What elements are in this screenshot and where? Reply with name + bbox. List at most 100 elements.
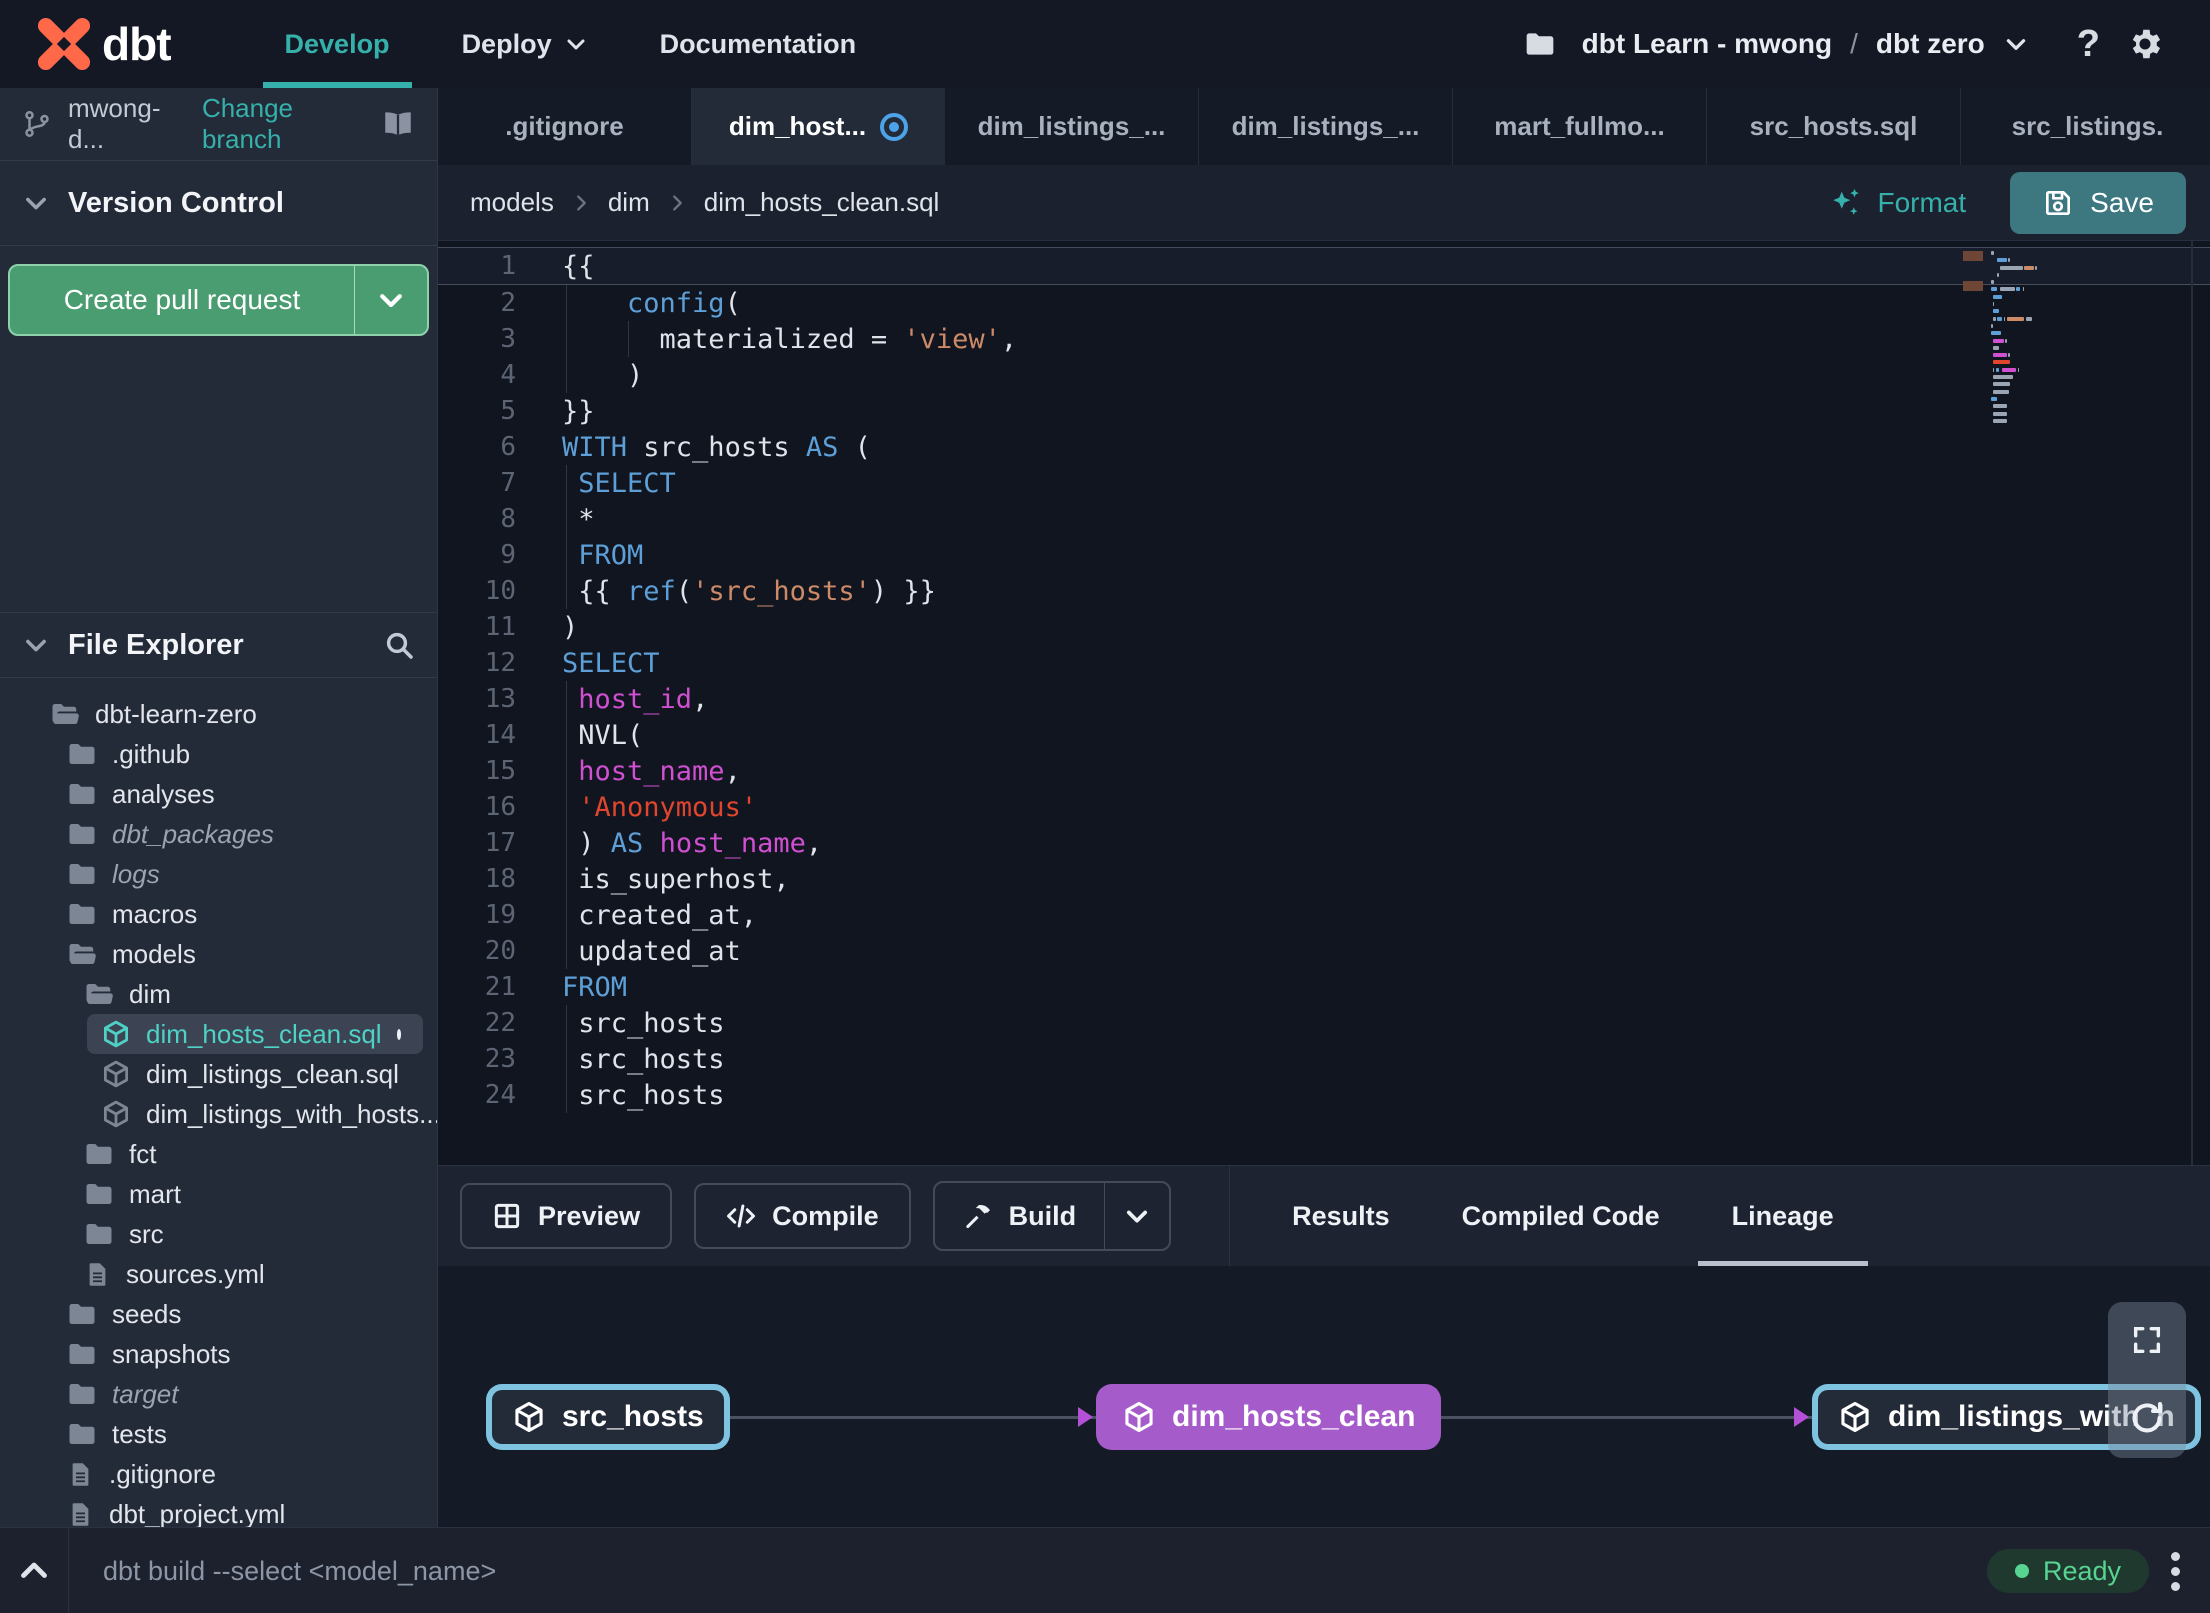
editor-tab-dim-listings-[interactable]: dim_listings_...: [1199, 88, 1453, 165]
compile-button[interactable]: Compile: [694, 1183, 911, 1249]
file-tree-item-models[interactable]: models: [0, 934, 437, 974]
docs-book-icon[interactable]: [381, 107, 415, 141]
change-branch-link[interactable]: Change branch: [202, 93, 365, 155]
lineage-graph[interactable]: src_hosts dim_hosts_clean dim_listings_wit…: [438, 1266, 2210, 1527]
code-token: ,: [692, 683, 709, 715]
file-tree-item-dbt-learn-zero[interactable]: dbt-learn-zero: [0, 694, 437, 734]
file-tree-item-macros[interactable]: macros: [0, 894, 437, 934]
code-line-12[interactable]: 12 SELECT: [438, 645, 2210, 681]
breadcrumb-item[interactable]: models: [470, 187, 554, 218]
breadcrumb-item[interactable]: dim_hosts_clean.sql: [704, 187, 940, 218]
lineage-node-src_hosts[interactable]: src_hosts: [486, 1384, 730, 1450]
file-tree-item-dim[interactable]: dim: [0, 974, 437, 1014]
lineage-node-dim_hosts_clean[interactable]: dim_hosts_clean: [1096, 1384, 1442, 1450]
code-line-16[interactable]: 16 'Anonymous': [438, 789, 2210, 825]
code-line-24[interactable]: 24 src_hosts: [438, 1077, 2210, 1113]
fullscreen-icon[interactable]: [2130, 1323, 2164, 1357]
save-button[interactable]: Save: [2010, 171, 2186, 234]
code-line-5[interactable]: 5}}: [438, 393, 2210, 429]
help-icon[interactable]: ?: [2077, 23, 2100, 66]
editor-tab-mart-fullmo-[interactable]: mart_fullmo...: [1453, 88, 1707, 165]
create-pull-request-button[interactable]: Create pull request: [8, 264, 429, 336]
account-name: dbt Learn - mwong: [1581, 28, 1833, 59]
code-line-13[interactable]: 13 host_id,: [438, 681, 2210, 717]
version-control-header[interactable]: Version Control: [0, 161, 437, 246]
code-token: SELECT: [578, 467, 676, 499]
nav-item-develop[interactable]: Develop: [249, 0, 426, 88]
panel-tab-lineage[interactable]: Lineage: [1696, 1166, 1870, 1266]
file-tree-item-snapshots[interactable]: snapshots: [0, 1334, 437, 1374]
dbt-logo[interactable]: dbt: [36, 16, 172, 72]
editor-tab-src-hosts-sql[interactable]: src_hosts.sql: [1707, 88, 1961, 165]
file-tree-item-dbt-project-yml[interactable]: dbt_project.yml: [0, 1494, 437, 1527]
code-line-1[interactable]: 1 {{: [438, 247, 2210, 285]
command-input[interactable]: dbt build --select <model_name>: [103, 1556, 496, 1587]
code-line-21[interactable]: 21 FROM: [438, 969, 2210, 1005]
create-pull-request-label[interactable]: Create pull request: [10, 266, 354, 334]
code-line-20[interactable]: 20 updated_at: [438, 933, 2210, 969]
file-tree-item-dim-hosts-clean-sql[interactable]: dim_hosts_clean.sql: [87, 1014, 423, 1054]
code-line-10[interactable]: 10 {{ ref('src_hosts') }}: [438, 573, 2210, 609]
code-line-7[interactable]: 7 SELECT: [438, 465, 2210, 501]
code-line-17[interactable]: 17 ) AS host_name,: [438, 825, 2210, 861]
file-tree-item--github[interactable]: .github: [0, 734, 437, 774]
file-tree-item-dim-listings-with-hosts-[interactable]: dim_listings_with_hosts...: [0, 1094, 437, 1134]
expand-panel-button[interactable]: [0, 1553, 68, 1589]
pr-dropdown-button[interactable]: [355, 266, 427, 334]
editor-tab-src-listings-[interactable]: src_listings.: [1961, 88, 2210, 165]
project-breadcrumb[interactable]: dbt Learn - mwong / dbt zero: [1582, 28, 2029, 60]
file-tree-item-analyses[interactable]: analyses: [0, 774, 437, 814]
preview-button[interactable]: Preview: [460, 1183, 673, 1249]
file-tree-item-seeds[interactable]: seeds: [0, 1294, 437, 1334]
code-line-4[interactable]: 4 ): [438, 357, 2210, 393]
build-dropdown-button[interactable]: [1105, 1183, 1169, 1249]
code-line-18[interactable]: 18 is_superhost,: [438, 861, 2210, 897]
code-token: ,: [724, 755, 741, 787]
code-line-11[interactable]: 11): [438, 609, 2210, 645]
line-content: ): [516, 609, 2210, 645]
breadcrumb-item[interactable]: dim: [608, 187, 650, 218]
code-token: 'view': [903, 323, 1001, 355]
gear-icon[interactable]: [2126, 25, 2164, 63]
divider: [68, 1528, 69, 1613]
code-line-22[interactable]: 22 src_hosts: [438, 1005, 2210, 1041]
file-tree-item-dim-listings-clean-sql[interactable]: dim_listings_clean.sql: [0, 1054, 437, 1094]
search-icon[interactable]: [383, 629, 415, 661]
file-tree-item--gitignore[interactable]: .gitignore: [0, 1454, 437, 1494]
section-title: File Explorer: [68, 628, 244, 661]
editor-tab-dim-host-[interactable]: dim_host...: [692, 88, 945, 165]
nav-item-documentation[interactable]: Documentation: [624, 0, 893, 88]
nav-item-deploy[interactable]: Deploy: [426, 0, 624, 88]
file-tree-item-mart[interactable]: mart: [0, 1174, 437, 1214]
file-explorer-header[interactable]: File Explorer: [0, 612, 437, 678]
code-line-9[interactable]: 9 FROM: [438, 537, 2210, 573]
code-line-19[interactable]: 19 created_at,: [438, 897, 2210, 933]
editor-tab--gitignore[interactable]: .gitignore: [438, 88, 692, 165]
file-label: sources.yml: [126, 1258, 265, 1289]
code-line-6[interactable]: 6 WITH src_hosts AS (: [438, 429, 2210, 465]
file-tree-item-fct[interactable]: fct: [0, 1134, 437, 1174]
kebab-menu-icon[interactable]: [2171, 1551, 2180, 1591]
code-line-3[interactable]: 3 materialized = 'view',: [438, 321, 2210, 357]
format-button[interactable]: Format: [1829, 186, 1966, 220]
file-label: dim: [129, 978, 171, 1009]
panel-tab-compiled-code[interactable]: Compiled Code: [1426, 1166, 1696, 1266]
panel-tab-results[interactable]: Results: [1256, 1166, 1426, 1266]
code-line-2[interactable]: 2 config(: [438, 285, 2210, 321]
file-tree-item-tests[interactable]: tests: [0, 1414, 437, 1454]
code-line-8[interactable]: 8 *: [438, 501, 2210, 537]
file-tree-item-src[interactable]: src: [0, 1214, 437, 1254]
code-line-14[interactable]: 14 NVL(: [438, 717, 2210, 753]
code-line-15[interactable]: 15 host_name,: [438, 753, 2210, 789]
file-tree-item-sources-yml[interactable]: sources.yml: [0, 1254, 437, 1294]
build-split-button[interactable]: Build: [932, 1181, 1172, 1251]
editor-tab-dim-listings-[interactable]: dim_listings_...: [945, 88, 1199, 165]
build-button[interactable]: Build: [935, 1183, 1105, 1249]
minimap[interactable]: [1963, 251, 2083, 426]
refresh-icon[interactable]: [2127, 1398, 2167, 1438]
file-tree-item-logs[interactable]: logs: [0, 854, 437, 894]
file-tree-item-dbt-packages[interactable]: dbt_packages: [0, 814, 437, 854]
code-line-23[interactable]: 23 src_hosts: [438, 1041, 2210, 1077]
file-tree-item-target[interactable]: target: [0, 1374, 437, 1414]
code-editor[interactable]: 1{{2 config(3 materialized = 'view', 4 ) 5…: [438, 241, 2210, 1165]
